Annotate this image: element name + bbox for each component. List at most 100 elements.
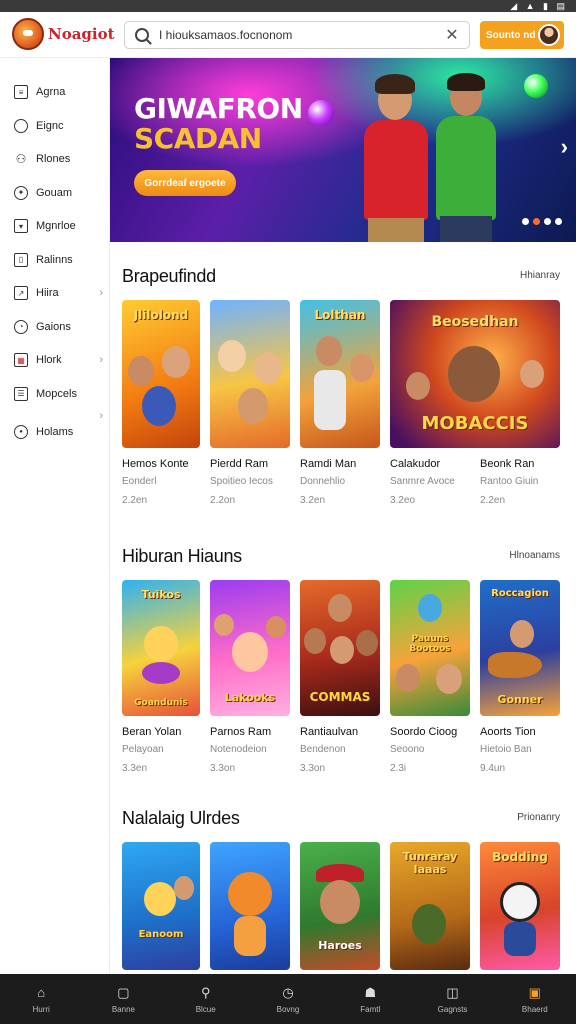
character-face <box>350 354 374 382</box>
hero-character-hair <box>375 74 415 94</box>
search-icon <box>135 28 149 42</box>
game-thumbnail[interactable]: Lolthan <box>300 300 380 448</box>
sidebar-item-0[interactable]: ≡ Agrna <box>0 76 109 108</box>
hero-character-hair <box>447 73 485 91</box>
game-card[interactable]: Tuikos Goandunis Beran Yolan Pelayoan 3.… <box>122 580 200 774</box>
game-title: Aoorts Tion <box>480 726 536 738</box>
search-input[interactable] <box>159 28 445 42</box>
game-thumbnail[interactable]: Beosedhan MOBACCIS <box>390 300 560 448</box>
game-card[interactable]: Beosedhan MOBACCIS Calakudor Sanmre Avoc… <box>390 300 560 506</box>
carousel-dot[interactable] <box>555 218 562 225</box>
game-card[interactable]: Beonk Ran Rantoo Giuin 2.2en <box>480 448 560 506</box>
sidebar-item-7[interactable]: ◔ Gaions <box>0 311 109 343</box>
nav-item-notifications[interactable]: ☗ Famtl <box>329 974 411 1024</box>
game-subtitle: Rantoo Giuin <box>480 476 539 487</box>
game-card[interactable] <box>210 842 290 970</box>
game-thumbnail[interactable] <box>210 300 290 448</box>
game-card[interactable]: Pauuns Bootoos Soordo Cioog Seoono 2.3i <box>390 580 470 774</box>
bookmark-icon: ▾ <box>14 219 28 233</box>
game-card[interactable]: Haroes <box>300 842 380 970</box>
sidebar-item-9[interactable]: ☰ Mopcels <box>0 378 109 410</box>
sidebar-item-label: Hlork <box>36 354 62 366</box>
avatar[interactable] <box>538 24 560 46</box>
sidebar-item-5[interactable]: ▯ Ralinns <box>0 244 109 276</box>
nav-label: Gagnsts <box>437 1004 468 1014</box>
sidebar-item-label: Gouam <box>36 186 73 199</box>
character-face <box>144 626 178 662</box>
carousel-dot[interactable] <box>522 218 529 225</box>
sidebar-item-label: Mopcels <box>36 387 77 400</box>
game-card[interactable]: Bodding <box>480 842 560 970</box>
search-bar[interactable]: ✕ <box>124 21 470 49</box>
game-size: 2.2en <box>122 495 148 506</box>
game-thumbnail[interactable]: Pauuns Bootoos <box>390 580 470 716</box>
nav-item-home[interactable]: ⌂ Hurri <box>0 974 82 1024</box>
game-size: 2.2en <box>480 495 506 506</box>
chevron-right-icon[interactable]: › <box>561 134 568 160</box>
sidebar-item-4[interactable]: ▾ Mgnrloe <box>0 210 109 242</box>
character-face <box>356 630 378 656</box>
nav-item-browse[interactable]: ▢ Banne <box>82 974 164 1024</box>
game-thumbnail[interactable]: Eanoom <box>122 842 200 970</box>
character-face <box>174 876 194 900</box>
game-card[interactable]: Eanoom <box>122 842 200 970</box>
game-card[interactable]: Pierdd Ram Spoitieo Iecos 2.2on <box>210 300 290 506</box>
character-face <box>436 664 462 694</box>
game-card[interactable]: COMMAS Rantiaulvan Bendenon 3.3on <box>300 580 380 774</box>
book-icon: ▯ <box>14 252 28 267</box>
sidebar-item-label: Ralinns <box>36 253 73 266</box>
nav-label: Bovng <box>276 1004 300 1014</box>
game-card[interactable]: Lakooks Parnos Ram Notenodeion 3.3on <box>210 580 290 774</box>
sidebar-item-8[interactable]: ▦ Hlork › <box>0 344 109 376</box>
game-thumbnail[interactable]: Jlilolond <box>122 300 200 448</box>
clear-icon[interactable]: ✕ <box>445 25 459 45</box>
carousel-dot[interactable] <box>544 218 551 225</box>
game-thumbnail[interactable]: COMMAS <box>300 580 380 716</box>
game-art-logo: MOBACCIS <box>421 413 529 434</box>
sidebar-item-1[interactable]: Eignc <box>0 110 109 142</box>
sidebar-item-label: Mgnrloe <box>36 220 76 232</box>
game-art-logo: Goandunis <box>134 698 188 708</box>
user-button[interactable]: Sounto nd <box>480 21 564 49</box>
game-thumbnail[interactable]: Tuikos Goandunis <box>122 580 200 716</box>
banner-cta-button[interactable]: Gorrdeaf ergoete <box>134 170 236 196</box>
carousel-dot-active[interactable] <box>533 218 540 225</box>
character-face <box>228 872 272 916</box>
section-see-all-link[interactable]: Prionanry <box>517 812 560 823</box>
nav-item-search[interactable]: ⚲ Blcue <box>165 974 247 1024</box>
game-art-logo: Gonner <box>497 693 543 706</box>
game-card[interactable]: Jlilolond Hemos Konte Eonderl 2.2en <box>122 300 200 506</box>
chevron-right-icon[interactable]: › <box>99 410 103 422</box>
game-subtitle: Eonderl <box>122 476 157 487</box>
game-thumbnail[interactable]: Roccagion Gonner <box>480 580 560 716</box>
game-card[interactable]: Tunraray Iaaas <box>390 842 470 970</box>
game-thumbnail[interactable]: Haroes <box>300 842 380 970</box>
sidebar-item-6[interactable]: ↗ Hiira › <box>0 277 109 309</box>
chevron-right-icon[interactable]: › <box>99 354 103 366</box>
character-face <box>328 594 352 622</box>
game-thumbnail[interactable]: Tunraray Iaaas <box>390 842 470 970</box>
character-face <box>218 340 246 372</box>
section-see-all-link[interactable]: Hhianray <box>520 270 560 281</box>
nav-item-profile[interactable]: ▣ Bhaerd <box>494 974 576 1024</box>
game-thumbnail[interactable] <box>210 842 290 970</box>
game-thumbnail[interactable]: Lakooks <box>210 580 290 716</box>
section-see-all-link[interactable]: Hlnoanams <box>509 550 560 561</box>
game-size: 2.3i <box>390 763 407 774</box>
sidebar-item-2[interactable]: ⚇ Rlones <box>0 143 109 175</box>
nav-item-library[interactable]: ◫ Gagnsts <box>411 974 493 1024</box>
sidebar-item-10[interactable]: ● Holams › <box>0 410 109 448</box>
sidebar-item-label: Holams <box>36 425 74 438</box>
game-card[interactable]: Roccagion Gonner Aoorts Tion Hietoio Ban… <box>480 580 560 774</box>
sidebar-item-3[interactable]: ✦ Gouam <box>0 177 109 209</box>
hero-banner[interactable]: GIWAFRON SCADAN Gorrdeaf ergoete › <box>110 58 576 242</box>
game-thumbnail[interactable]: Bodding <box>480 842 560 970</box>
nav-label: Banne <box>111 1004 135 1014</box>
app-logo[interactable]: Noagiot <box>12 18 115 50</box>
chevron-right-icon[interactable]: › <box>99 287 103 299</box>
character-face <box>320 880 360 924</box>
game-card[interactable]: Lolthan Ramdi Man Donnehlio 3.2en <box>300 300 380 506</box>
character-face <box>406 372 430 400</box>
nav-item-discover[interactable]: ◷ Bovng <box>247 974 329 1024</box>
hero-character <box>364 120 428 220</box>
